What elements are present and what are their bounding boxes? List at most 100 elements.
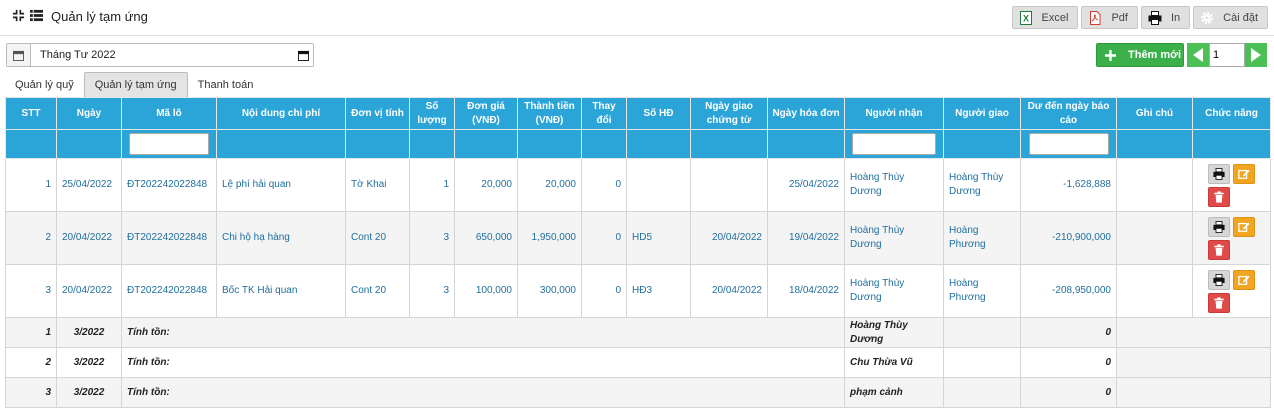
- gear-icon: [1201, 11, 1214, 24]
- summary-row: 1 3/2022 Tính tồn: Hoàng Thùy Dương 0: [5, 317, 1271, 348]
- cell-lot-code[interactable]: ĐT202242022848: [121, 264, 217, 318]
- calendar-icon: [7, 44, 31, 66]
- cell-giver: Hoàng Phương: [943, 211, 1021, 265]
- cell-lot-code[interactable]: ĐT202242022848: [121, 211, 217, 265]
- add-new-button[interactable]: Thêm mới: [1096, 43, 1184, 67]
- row-edit-button[interactable]: [1233, 269, 1255, 290]
- settings-label: Cài đặt: [1223, 11, 1258, 24]
- edit-icon: [1238, 169, 1250, 179]
- cell-date: 25/04/2022: [56, 158, 122, 212]
- cell-receiver: Hoàng Thùy Dương: [844, 158, 944, 212]
- table-row[interactable]: 1 25/04/2022 ĐT202242022848 Lệ phí hải q…: [5, 158, 1271, 212]
- cell-balance: -210,900,000: [1020, 211, 1117, 265]
- cell-doc-date: [690, 158, 768, 212]
- cell-stt: 1: [5, 158, 57, 212]
- cell-invoice-date: 19/04/2022: [767, 211, 845, 265]
- cell-date: 20/04/2022: [56, 264, 122, 318]
- cell-quantity: 1: [409, 158, 455, 212]
- tab-fund-management[interactable]: Quản lý quỹ: [5, 72, 84, 97]
- edit-icon: [1238, 222, 1250, 232]
- cell-unit: Cont 20: [345, 264, 410, 318]
- cell-stt: 2: [5, 211, 57, 265]
- cell-balance: -1,628,888: [1020, 158, 1117, 212]
- trash-icon: [1214, 243, 1224, 256]
- summary-month: 3/2022: [56, 347, 122, 378]
- table-row[interactable]: 3 20/04/2022 ĐT202242022848 Bốc TK Hải q…: [5, 264, 1271, 318]
- summary-person: Chu Thừa Vũ: [844, 347, 944, 378]
- cell-unit: Cont 20: [345, 211, 410, 265]
- filter-row: [5, 129, 1271, 159]
- cell-actions: [1192, 158, 1271, 212]
- cell-quantity: 3: [409, 211, 455, 265]
- col-header-lot-code: Mã lô: [121, 97, 217, 130]
- balance-filter[interactable]: [1028, 133, 1109, 155]
- row-edit-button[interactable]: [1233, 216, 1255, 237]
- summary-row: 3 3/2022 Tính tồn: phạm cảnh 0: [5, 377, 1271, 408]
- col-header-unit: Đơn vị tính: [345, 97, 410, 130]
- cell-amount: 20,000: [517, 158, 582, 212]
- edit-icon: [1238, 275, 1250, 285]
- pdf-label: Pdf: [1111, 11, 1128, 24]
- next-page-button[interactable]: [1245, 43, 1267, 67]
- summary-value: 0: [1020, 347, 1117, 378]
- cell-lot-code[interactable]: ĐT202242022848: [121, 158, 217, 212]
- summary-month: 3/2022: [56, 377, 122, 408]
- col-header-stt: STT: [5, 97, 57, 130]
- lot-code-filter[interactable]: [129, 133, 209, 155]
- cell-amount: 1,950,000: [517, 211, 582, 265]
- prev-page-button[interactable]: [1187, 43, 1209, 67]
- month-picker[interactable]: Tháng Tư 2022: [6, 43, 314, 67]
- row-delete-button[interactable]: [1208, 292, 1230, 313]
- summary-month: 3/2022: [56, 317, 122, 348]
- cell-doc-date: 20/04/2022: [690, 264, 768, 318]
- cell-amount: 300,000: [517, 264, 582, 318]
- chevron-right-icon: [1251, 48, 1261, 62]
- month-value[interactable]: Tháng Tư 2022: [31, 49, 293, 61]
- col-header-receiver: Người nhận: [844, 97, 944, 130]
- calendar-picker-icon[interactable]: [293, 50, 313, 61]
- cell-doc-date: 20/04/2022: [690, 211, 768, 265]
- page-number-input[interactable]: [1209, 43, 1245, 67]
- cell-invoice-date: 18/04/2022: [767, 264, 845, 318]
- printer-icon: [1213, 167, 1225, 180]
- cell-expense: Bốc TK Hải quan: [216, 264, 346, 318]
- printer-icon: [1213, 273, 1225, 286]
- summary-person: phạm cảnh: [844, 377, 944, 408]
- row-edit-button[interactable]: [1233, 163, 1255, 184]
- tab-advance-management[interactable]: Quản lý tạm ứng: [83, 72, 188, 97]
- collapse-icon[interactable]: [12, 9, 25, 25]
- menu-list-icon[interactable]: [30, 9, 43, 25]
- row-delete-button[interactable]: [1208, 239, 1230, 260]
- print-label: In: [1170, 11, 1181, 24]
- settings-button[interactable]: Cài đặt: [1193, 6, 1268, 29]
- summary-label: Tính tồn:: [121, 347, 845, 378]
- excel-button[interactable]: X Excel: [1011, 6, 1079, 29]
- printer-icon: [1148, 10, 1162, 25]
- col-header-quantity: Số lượng: [409, 97, 455, 130]
- cell-unit-price: 100,000: [454, 264, 518, 318]
- cell-stt: 3: [5, 264, 57, 318]
- col-header-expense: Nội dung chi phí: [216, 97, 346, 130]
- trash-icon: [1214, 296, 1224, 309]
- row-print-button[interactable]: [1208, 269, 1230, 290]
- row-print-button[interactable]: [1208, 163, 1230, 184]
- table-row[interactable]: 2 20/04/2022 ĐT202242022848 Chi hộ hạ hà…: [5, 211, 1271, 265]
- excel-label: Excel: [1041, 11, 1069, 24]
- print-button[interactable]: In: [1140, 6, 1191, 29]
- summary-person: Hoàng Thùy Dương: [844, 317, 944, 348]
- col-header-unit-price: Đơn giá (VNĐ): [454, 97, 518, 130]
- page-header: Quản lý tạm ứng X Excel Pdf In Cài đặt: [0, 0, 1274, 36]
- cell-expense: Lệ phí hải quan: [216, 158, 346, 212]
- svg-text:X: X: [1023, 13, 1029, 23]
- col-header-note: Ghi chú: [1116, 97, 1193, 130]
- row-delete-button[interactable]: [1208, 186, 1230, 207]
- cell-balance: -208,950,000: [1020, 264, 1117, 318]
- add-new-label: Thêm mới: [1128, 49, 1182, 61]
- receiver-filter[interactable]: [852, 133, 936, 155]
- col-header-doc-date: Ngày giao chứng từ: [690, 97, 768, 130]
- row-print-button[interactable]: [1208, 216, 1230, 237]
- summary-row: 2 3/2022 Tính tồn: Chu Thừa Vũ 0: [5, 347, 1271, 378]
- cell-note: [1116, 158, 1193, 212]
- pdf-button[interactable]: Pdf: [1081, 6, 1138, 29]
- tab-payment[interactable]: Thanh toán: [188, 72, 264, 97]
